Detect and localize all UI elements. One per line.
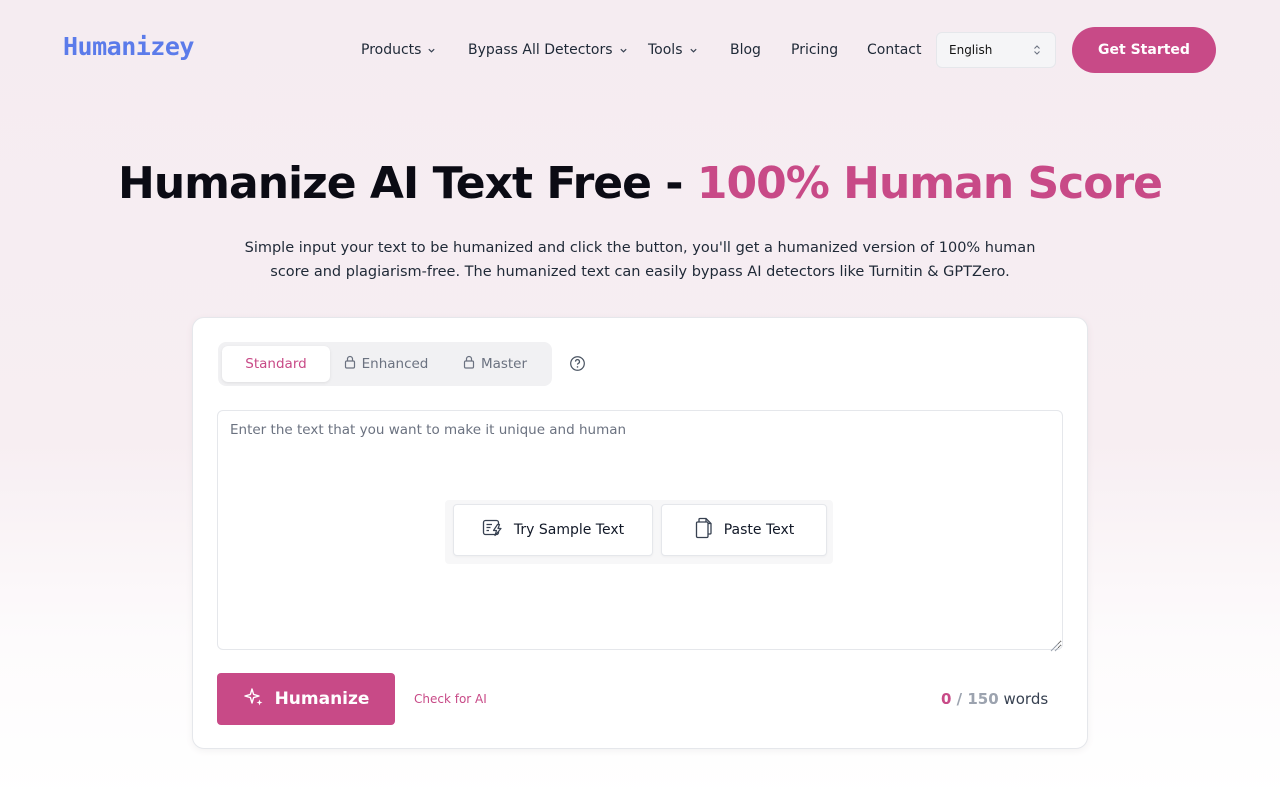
tab-standard[interactable]: Standard — [222, 346, 330, 382]
nav-tools[interactable]: Tools — [648, 42, 698, 58]
nav-contact[interactable]: Contact — [867, 42, 921, 58]
language-select[interactable]: English — [936, 32, 1056, 68]
paste-text-label: Paste Text — [723, 522, 795, 538]
language-value: English — [949, 43, 993, 57]
lock-icon — [344, 355, 356, 373]
word-count-current: 0 — [941, 690, 952, 708]
try-sample-label: Try Sample Text — [513, 522, 625, 538]
nav-products-label: Products — [361, 42, 422, 58]
input-actions: Try Sample Text Paste Text — [445, 500, 833, 564]
word-counter: 0 / 150 words — [941, 690, 1048, 708]
tab-master-label: Master — [480, 356, 528, 372]
word-count-max: 150 — [967, 690, 999, 708]
navbar: Humanizey Products Bypass All Detectors … — [0, 0, 1280, 100]
chevron-down-icon — [689, 46, 698, 55]
word-count-unit: words — [1003, 690, 1049, 708]
check-for-ai-link[interactable]: Check for AI — [414, 692, 487, 706]
updown-chevron-icon — [1033, 44, 1041, 59]
tab-master[interactable]: Master — [450, 346, 540, 382]
tab-enhanced-label: Enhanced — [361, 356, 429, 372]
humanizer-card: Standard Enhanced Master Try Sample Text… — [192, 317, 1088, 749]
clipboard-icon — [694, 517, 714, 543]
sample-text-icon — [482, 518, 504, 542]
chevron-down-icon — [427, 46, 436, 55]
word-count-separator: / — [951, 690, 968, 708]
paste-text-button[interactable]: Paste Text — [661, 504, 827, 556]
logo[interactable]: Humanizey — [63, 32, 194, 61]
humanize-label: Humanize — [274, 689, 370, 709]
humanize-button[interactable]: Humanize — [217, 673, 395, 725]
nav-pricing-label: Pricing — [791, 42, 839, 58]
chevron-down-icon — [619, 46, 628, 55]
tab-enhanced[interactable]: Enhanced — [336, 346, 436, 382]
nav-pricing[interactable]: Pricing — [791, 42, 838, 58]
nav-bypass-label: Bypass All Detectors — [468, 42, 613, 58]
tab-standard-label: Standard — [245, 356, 307, 372]
mode-tabs: Standard Enhanced Master — [218, 342, 552, 386]
sparkle-icon — [243, 686, 265, 713]
page-title: Humanize AI Text Free - 100% Human Score — [0, 158, 1280, 209]
nav-blog-label: Blog — [730, 42, 761, 58]
nav-blog[interactable]: Blog — [730, 42, 761, 58]
resize-handle-icon[interactable] — [1050, 637, 1059, 656]
title-main: Humanize AI Text Free - — [118, 158, 697, 209]
get-started-button[interactable]: Get Started — [1072, 27, 1216, 73]
lock-icon — [463, 355, 475, 373]
try-sample-button[interactable]: Try Sample Text — [453, 504, 653, 556]
nav-contact-label: Contact — [867, 42, 922, 58]
page-subtitle: Simple input your text to be humanized a… — [244, 240, 1036, 280]
nav-products[interactable]: Products — [361, 42, 436, 58]
question-circle-icon[interactable] — [569, 355, 586, 376]
nav-tools-label: Tools — [648, 42, 683, 58]
nav-bypass-detectors[interactable]: Bypass All Detectors — [468, 42, 628, 58]
title-accent: 100% Human Score — [696, 158, 1163, 209]
